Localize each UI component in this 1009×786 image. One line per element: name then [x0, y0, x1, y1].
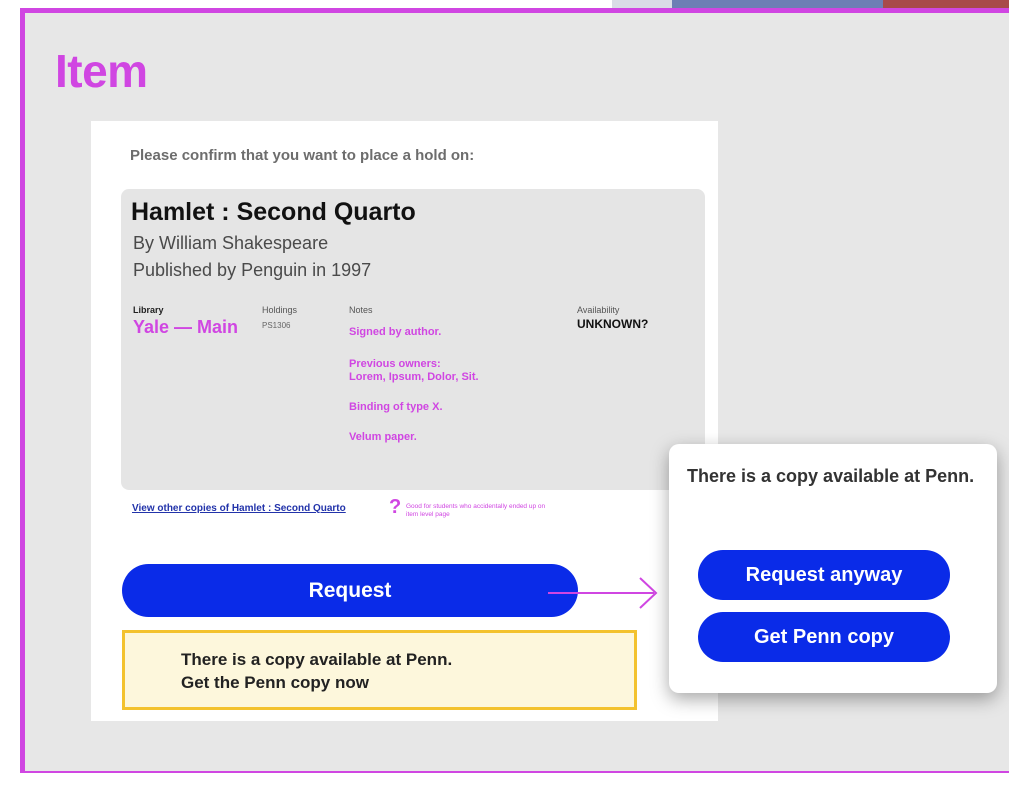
- get-penn-copy-button[interactable]: Get Penn copy: [698, 612, 950, 662]
- top-strip-blue: [672, 0, 883, 8]
- book-author: By William Shakespeare: [133, 233, 329, 253]
- view-other-copies-link[interactable]: View other copies of Hamlet : Second Qua…: [132, 503, 346, 514]
- arrow-right-icon: [548, 577, 658, 609]
- confirm-text: Please confirm that you want to place a …: [130, 147, 475, 164]
- library-value: Yale — Main: [133, 317, 239, 337]
- availability-label: Availability: [577, 305, 620, 315]
- help-note: Good for students who accidentally ended…: [406, 503, 546, 518]
- book-publisher: Published by Penguin in 1997: [133, 260, 372, 280]
- notice-line: Get the Penn copy now: [181, 673, 369, 692]
- request-anyway-button[interactable]: Request anyway: [698, 550, 950, 600]
- note-item: Previous owners:: [349, 358, 441, 370]
- notice-line: There is a copy available at Penn.: [181, 650, 453, 669]
- note-item: Binding of type X.: [349, 401, 443, 413]
- frame-bottom-border: [20, 771, 1009, 773]
- penn-copy-popup: There is a copy available at Penn. Reque…: [669, 444, 997, 693]
- popup-message: There is a copy available at Penn.: [687, 466, 975, 486]
- page-title: Item: [55, 45, 148, 97]
- note-item: Signed by author.: [349, 326, 442, 338]
- holdings-value: PS1306: [262, 321, 291, 330]
- availability-value: UNKNOWN?: [577, 317, 649, 331]
- library-label: Library: [133, 305, 164, 315]
- penn-copy-notice: There is a copy available at Penn. Get t…: [122, 630, 637, 710]
- question-mark-icon: ?: [389, 496, 402, 518]
- note-item: Lorem, Ipsum, Dolor, Sit.: [349, 371, 479, 383]
- request-button[interactable]: Request: [122, 564, 578, 617]
- top-strip-light: [612, 0, 672, 8]
- book-title: Hamlet : Second Quarto: [131, 198, 416, 226]
- top-strip: [0, 0, 1009, 8]
- notes-label: Notes: [349, 305, 373, 315]
- top-strip-red: [883, 0, 1009, 8]
- top-strip-white: [0, 0, 612, 8]
- holdings-label: Holdings: [262, 305, 298, 315]
- note-item: Velum paper.: [349, 431, 417, 443]
